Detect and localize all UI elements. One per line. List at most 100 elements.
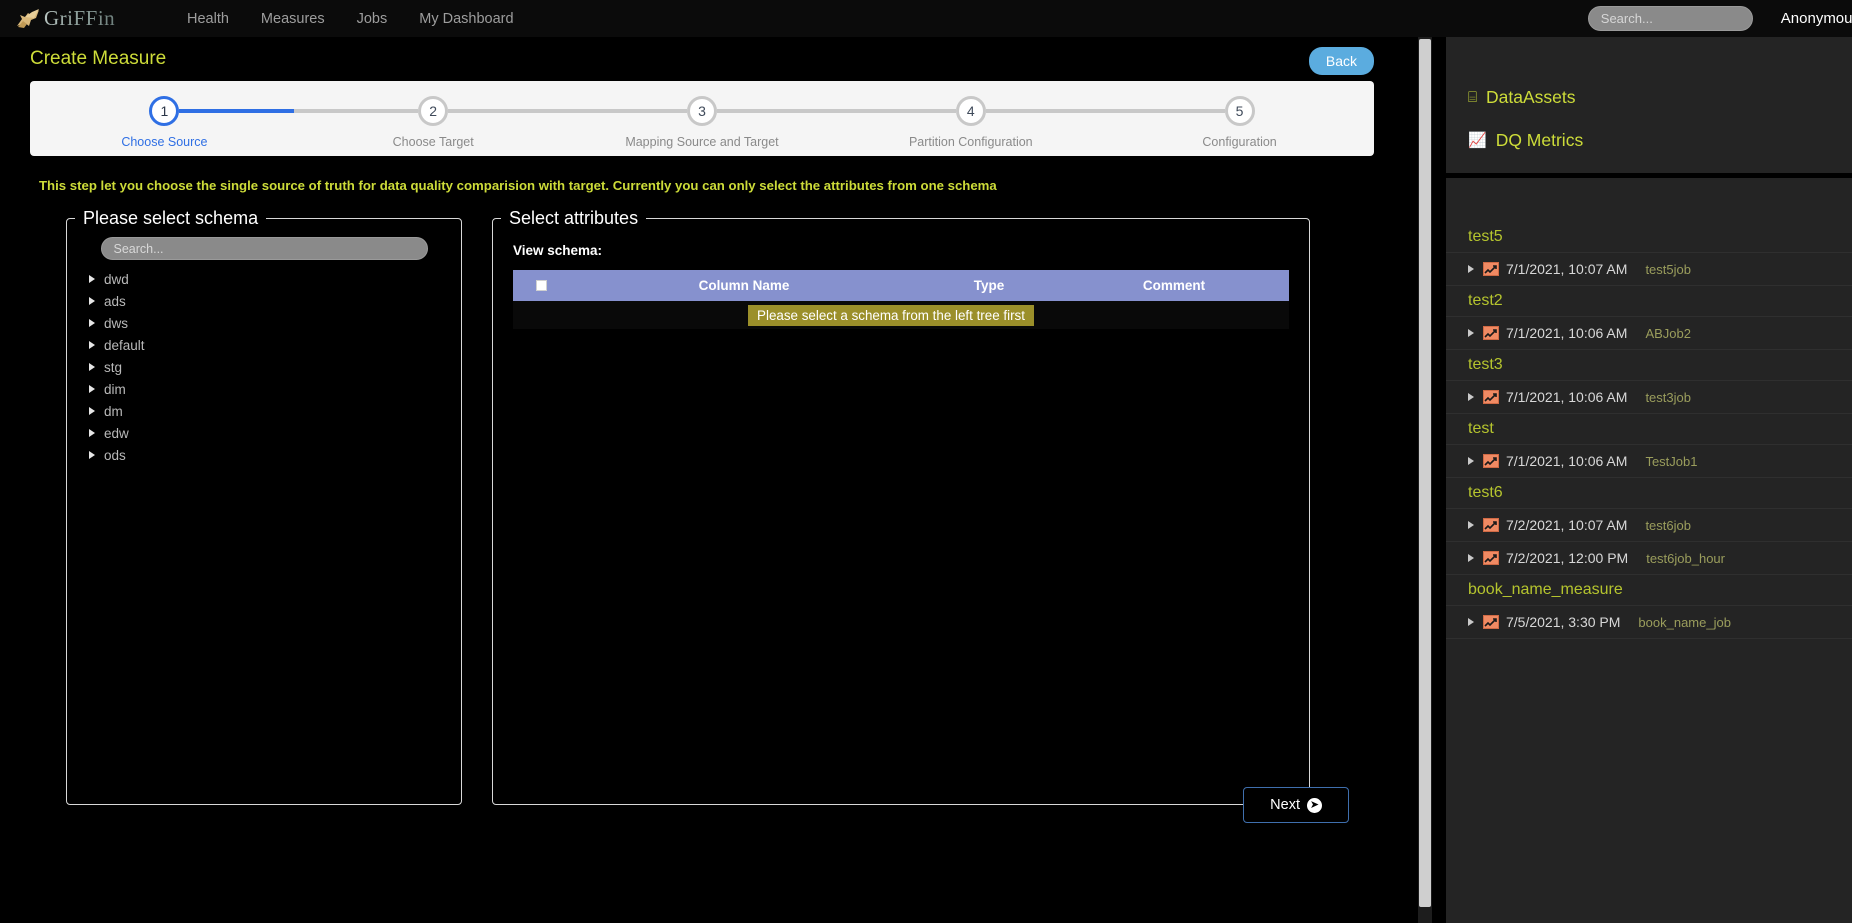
brand-logo-area[interactable]: GriFFin <box>14 4 134 34</box>
chart-line-icon: 📈 <box>1468 132 1487 149</box>
caret-right-icon[interactable] <box>89 407 95 415</box>
job-row[interactable]: 7/1/2021, 10:06 AM TestJob1 <box>1446 445 1852 478</box>
schema-tree-item-label: dws <box>104 315 129 331</box>
attributes-table-body: Please select a schema from the left tre… <box>513 301 1289 329</box>
job-name: test6job_hour <box>1646 550 1725 566</box>
attributes-panel-legend: Select attributes <box>509 208 639 228</box>
nav-item-jobs[interactable]: Jobs <box>341 11 404 27</box>
back-button[interactable]: Back <box>1308 47 1374 75</box>
caret-right-icon[interactable] <box>1468 265 1474 273</box>
job-name: test5job <box>1645 261 1691 277</box>
chart-line-icon <box>1483 518 1499 532</box>
measure-group-title[interactable]: book_name_measure <box>1446 575 1852 606</box>
nav-item-measures[interactable]: Measures <box>245 11 341 27</box>
measure-group-title[interactable]: test2 <box>1446 286 1852 317</box>
app-root: GriFFin Health Measures Jobs My Dashboar… <box>0 0 1852 923</box>
caret-right-icon[interactable] <box>89 429 95 437</box>
wizard-step-1[interactable]: 1 Choose Source <box>30 81 299 156</box>
caret-right-icon[interactable] <box>89 341 95 349</box>
next-button[interactable]: Next ➤ <box>1243 787 1349 823</box>
global-search-input[interactable] <box>1587 6 1753 31</box>
nav-item-my-dashboard[interactable]: My Dashboard <box>403 11 529 27</box>
wizard-step-4[interactable]: 4 Partition Configuration <box>836 81 1105 156</box>
caret-right-icon[interactable] <box>1468 521 1474 529</box>
page-title: Create Measure <box>30 48 167 69</box>
schema-tree-item[interactable]: stg <box>89 356 461 378</box>
job-row[interactable]: 7/2/2021, 10:07 AM test6job <box>1446 509 1852 542</box>
measure-group-title[interactable]: test5 <box>1446 222 1852 253</box>
schema-tree-item[interactable]: dws <box>89 312 461 334</box>
column-header-column-name[interactable]: Column Name <box>569 278 919 293</box>
schema-tree-item[interactable]: default <box>89 334 461 356</box>
caret-right-icon[interactable] <box>89 385 95 393</box>
job-name: book_name_job <box>1638 614 1731 630</box>
caret-right-icon[interactable] <box>1468 393 1474 401</box>
attributes-selection-panel: Select attributes View schema: Column Na… <box>492 208 1310 805</box>
caret-right-icon[interactable] <box>1468 329 1474 337</box>
job-timestamp: 7/2/2021, 12:00 PM <box>1506 550 1629 566</box>
caret-right-icon[interactable] <box>89 319 95 327</box>
job-name: TestJob1 <box>1645 453 1698 469</box>
select-all-checkbox-cell <box>513 280 569 291</box>
measure-group-title[interactable]: test <box>1446 414 1852 445</box>
right-sidebar: ⌸ DataAssets 📈 DQ Metrics test5 7/1/2021, 10… <box>1446 37 1852 923</box>
chart-line-icon <box>1483 262 1499 276</box>
wizard-step-circle-1[interactable]: 1 <box>149 96 180 126</box>
schema-search-input[interactable] <box>100 237 428 260</box>
job-name: test3job <box>1645 389 1691 405</box>
caret-right-icon[interactable] <box>89 363 95 371</box>
column-header-type[interactable]: Type <box>919 278 1059 293</box>
wizard-step-label-2: Choose Target <box>392 135 474 149</box>
wizard-step-circle-3[interactable]: 3 <box>686 96 717 126</box>
caret-right-icon[interactable] <box>1468 457 1474 465</box>
job-row[interactable]: 7/1/2021, 10:06 AM ABJob2 <box>1446 317 1852 350</box>
schema-tree-item[interactable]: dm <box>89 400 461 422</box>
schema-panel-legend: Please select schema <box>83 208 259 228</box>
caret-right-icon[interactable] <box>89 451 95 459</box>
schema-tree-item[interactable]: ads <box>89 290 461 312</box>
wizard-step-connector-4 <box>985 109 1225 113</box>
wizard-step-circle-2[interactable]: 2 <box>418 96 449 126</box>
sidebar-link-dataassets[interactable]: ⌸ DataAssets <box>1468 87 1576 108</box>
schema-tree-item[interactable]: edw <box>89 422 461 444</box>
job-timestamp: 7/2/2021, 10:07 AM <box>1506 517 1628 533</box>
column-header-comment[interactable]: Comment <box>1059 278 1289 293</box>
page-scrollbar-track[interactable] <box>1418 37 1432 923</box>
caret-right-icon[interactable] <box>1468 618 1474 626</box>
step-hint-text: This step let you choose the single sour… <box>39 178 997 193</box>
sidebar-link-dq-metrics[interactable]: 📈 DQ Metrics <box>1468 130 1583 151</box>
job-row[interactable]: 7/5/2021, 3:30 PM book_name_job <box>1446 606 1852 639</box>
measure-group-title[interactable]: test3 <box>1446 350 1852 381</box>
schema-selection-panel: Please select schema dwd ads dws default stg… <box>66 208 462 805</box>
nav-right-group: Anonymous <box>1587 0 1852 37</box>
schema-tree-item-label: dm <box>104 403 123 419</box>
caret-right-icon[interactable] <box>1468 554 1474 562</box>
select-all-checkbox[interactable] <box>535 280 547 291</box>
arrow-right-icon: ➤ <box>1307 797 1322 813</box>
current-user-label[interactable]: Anonymous <box>1781 10 1852 27</box>
wizard-step-3[interactable]: 3 Mapping Source and Target <box>568 81 837 156</box>
job-timestamp: 7/5/2021, 3:30 PM <box>1506 614 1621 630</box>
chart-line-icon <box>1483 326 1499 340</box>
nav-item-health[interactable]: Health <box>171 11 245 27</box>
wizard-step-circle-5[interactable]: 5 <box>1224 96 1255 126</box>
wizard-step-5[interactable]: 5 Configuration <box>1105 81 1374 156</box>
page-scrollbar-thumb[interactable] <box>1419 39 1431 907</box>
caret-right-icon[interactable] <box>89 297 95 305</box>
job-row[interactable]: 7/2/2021, 12:00 PM test6job_hour <box>1446 542 1852 575</box>
schema-tree-item[interactable]: ods <box>89 444 461 466</box>
wizard-step-circle-4[interactable]: 4 <box>955 96 986 126</box>
job-row[interactable]: 7/1/2021, 10:06 AM test3job <box>1446 381 1852 414</box>
schema-tree-item[interactable]: dwd <box>89 268 461 290</box>
job-name: test6job <box>1645 517 1691 533</box>
brand-name: GriFFin <box>44 6 116 30</box>
schema-tree-item-label: dwd <box>104 271 129 287</box>
sidebar-nav: ⌸ DataAssets 📈 DQ Metrics <box>1446 37 1852 151</box>
wizard-step-label-5: Configuration <box>1202 135 1277 149</box>
schema-tree-item[interactable]: dim <box>89 378 461 400</box>
wizard-step-connector-2 <box>448 109 687 113</box>
job-row[interactable]: 7/1/2021, 10:07 AM test5job <box>1446 253 1852 286</box>
measure-group-title[interactable]: test6 <box>1446 478 1852 509</box>
wizard-step-2[interactable]: 2 Choose Target <box>299 81 568 156</box>
caret-right-icon[interactable] <box>89 275 95 283</box>
